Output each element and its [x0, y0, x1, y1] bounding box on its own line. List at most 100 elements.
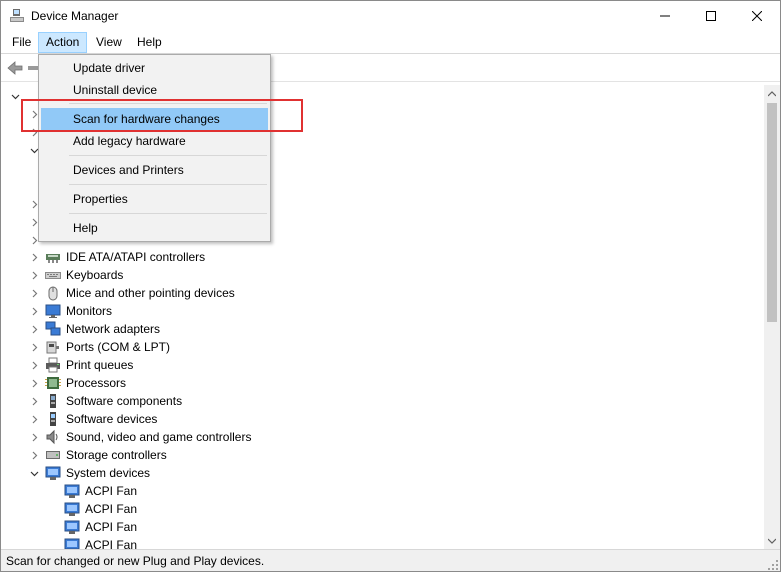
- close-button[interactable]: [734, 1, 780, 31]
- chevron-right-icon[interactable]: [28, 446, 40, 464]
- tree-category-mice[interactable]: Mice and other pointing devices: [28, 284, 328, 302]
- menu-bar: File Action View Help: [1, 31, 780, 54]
- status-text: Scan for changed or new Plug and Play de…: [6, 554, 265, 568]
- tree-category-label: IDE ATA/ATAPI controllers: [66, 250, 206, 264]
- chevron-right-icon[interactable]: [28, 374, 40, 392]
- system-device-icon: [64, 519, 80, 535]
- tree-category-label: System devices: [66, 466, 151, 480]
- tree-child-row[interactable]: ACPI Fan: [64, 536, 264, 549]
- tree-category-ide[interactable]: IDE ATA/ATAPI controllers: [28, 248, 328, 266]
- chevron-right-icon[interactable]: [28, 266, 40, 284]
- menu-item-properties[interactable]: Properties: [41, 188, 268, 210]
- chevron-right-icon[interactable]: [28, 428, 40, 446]
- device-manager-window: Device Manager File Action View Help IDE…: [0, 0, 781, 572]
- annotation-highlight-box: [21, 99, 303, 132]
- chevron-down-icon: [768, 538, 776, 544]
- system-device-icon: [64, 501, 80, 517]
- scroll-up-button[interactable]: [764, 85, 780, 102]
- minimize-icon: [660, 15, 670, 17]
- tree-category-label: Keyboards: [66, 268, 124, 282]
- processor-icon: [45, 375, 61, 391]
- tree-child-row[interactable]: ACPI Fan: [64, 518, 264, 536]
- tree-child-label: ACPI Fan: [85, 484, 138, 498]
- tree-category-software-components[interactable]: Software components: [28, 392, 328, 410]
- tree-category-label: Software components: [66, 394, 183, 408]
- system-device-icon: [45, 465, 61, 481]
- menu-item-update-driver[interactable]: Update driver: [41, 57, 268, 79]
- maximize-button[interactable]: [688, 1, 734, 31]
- chevron-down-icon[interactable]: [28, 464, 40, 482]
- tree-category-system-devices[interactable]: System devices: [28, 464, 328, 482]
- chevron-right-icon[interactable]: [28, 338, 40, 356]
- tree-category-storage[interactable]: Storage controllers: [28, 446, 328, 464]
- mouse-icon: [45, 285, 61, 301]
- device-manager-icon: [10, 9, 24, 23]
- close-icon: [752, 11, 762, 21]
- menu-separator: [69, 184, 267, 185]
- tree-category-monitors[interactable]: Monitors: [28, 302, 328, 320]
- printer-icon: [45, 357, 61, 373]
- resize-grip-icon[interactable]: [768, 559, 778, 570]
- tree-category-label: Ports (COM & LPT): [66, 340, 171, 354]
- tree-category-label: Storage controllers: [66, 448, 167, 462]
- tree-child-row[interactable]: ACPI Fan: [64, 500, 264, 518]
- chevron-right-icon[interactable]: [28, 248, 40, 266]
- menu-action[interactable]: Action: [38, 32, 88, 53]
- tree-category-sound[interactable]: Sound, video and game controllers: [28, 428, 348, 446]
- window-title: Device Manager: [31, 9, 119, 23]
- software-device-icon: [45, 411, 61, 427]
- status-bar: Scan for changed or new Plug and Play de…: [1, 549, 780, 571]
- chevron-right-icon[interactable]: [28, 302, 40, 320]
- tree-category-label: Network adapters: [66, 322, 161, 336]
- software-component-icon: [45, 393, 61, 409]
- menu-view[interactable]: View: [89, 32, 129, 53]
- speaker-icon: [45, 429, 61, 445]
- tree-category-label: Processors: [66, 376, 127, 390]
- tree-category-ports[interactable]: Ports (COM & LPT): [28, 338, 328, 356]
- tree-category-network[interactable]: Network adapters: [28, 320, 328, 338]
- tree-category-software-devices[interactable]: Software devices: [28, 410, 328, 428]
- tree-child-label: ACPI Fan: [85, 520, 138, 534]
- menu-item-help[interactable]: Help: [41, 217, 268, 239]
- tree-category-label: Software devices: [66, 412, 158, 426]
- menu-separator: [69, 213, 267, 214]
- chevron-down-icon[interactable]: [9, 87, 21, 105]
- ide-controller-icon: [45, 249, 61, 265]
- scroll-down-button[interactable]: [764, 532, 780, 549]
- tree-category-label: Monitors: [66, 304, 113, 318]
- keyboard-icon: [45, 267, 61, 283]
- scrollbar-thumb[interactable]: [767, 103, 777, 322]
- tree-category-label: Sound, video and game controllers: [66, 430, 252, 444]
- chevron-right-icon[interactable]: [28, 320, 40, 338]
- tree-category-print-queues[interactable]: Print queues: [28, 356, 328, 374]
- chevron-right-icon[interactable]: [28, 392, 40, 410]
- action-menu: Update driver Uninstall device Scan for …: [38, 54, 271, 242]
- maximize-icon: [706, 11, 716, 21]
- menu-item-devices-and-printers[interactable]: Devices and Printers: [41, 159, 268, 181]
- storage-controller-icon: [45, 447, 61, 463]
- tree-category-label: Print queues: [66, 358, 134, 372]
- minimize-button[interactable]: [642, 1, 688, 31]
- title-bar: Device Manager: [1, 1, 780, 31]
- chevron-right-icon[interactable]: [28, 356, 40, 374]
- menu-separator: [69, 155, 267, 156]
- tree-category-keyboards[interactable]: Keyboards: [28, 266, 328, 284]
- tree-category-label: Mice and other pointing devices: [66, 286, 235, 300]
- tree-category-processors[interactable]: Processors: [28, 374, 328, 392]
- network-adapter-icon: [45, 321, 61, 337]
- chevron-right-icon[interactable]: [28, 284, 40, 302]
- monitor-icon: [45, 303, 61, 319]
- chevron-up-icon: [768, 90, 776, 96]
- menu-help[interactable]: Help: [130, 32, 169, 53]
- menu-item-uninstall-device[interactable]: Uninstall device: [41, 79, 268, 101]
- vertical-scrollbar[interactable]: [764, 85, 780, 549]
- tree-child-label: ACPI Fan: [85, 502, 138, 516]
- port-icon: [45, 339, 61, 355]
- system-device-icon: [64, 537, 80, 549]
- tree-child-row[interactable]: ACPI Fan: [64, 482, 264, 500]
- back-arrow-icon[interactable]: [6, 59, 24, 77]
- chevron-right-icon[interactable]: [28, 410, 40, 428]
- menu-file[interactable]: File: [5, 32, 38, 53]
- tree-child-label: ACPI Fan: [85, 538, 138, 549]
- menu-item-add-legacy-hardware[interactable]: Add legacy hardware: [41, 130, 268, 152]
